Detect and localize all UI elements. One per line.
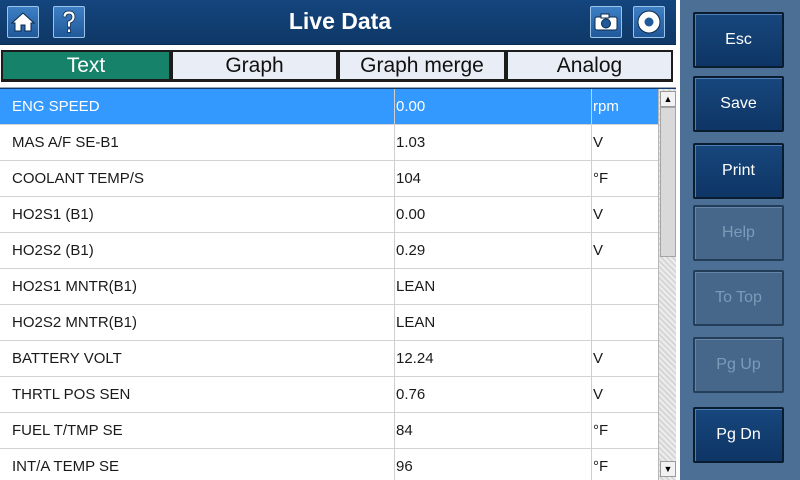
parameter-name: INT/A TEMP SE <box>12 458 119 475</box>
table-row[interactable]: ENG SPEED 0.00 rpm <box>0 89 658 125</box>
parameter-value: 0.00 <box>396 98 426 115</box>
side-panel: Esc Save Print Help To Top Pg Up Pg Dn <box>680 0 800 480</box>
table-row[interactable]: HO2S1 (B1) 0.00 V <box>0 197 658 233</box>
table-row[interactable]: INT/A TEMP SE 96 °F <box>0 449 658 480</box>
parameter-value: LEAN <box>396 314 436 331</box>
table-row[interactable]: MAS A/F SE-B1 1.03 V <box>0 125 658 161</box>
parameter-unit: V <box>593 206 604 223</box>
table-row[interactable]: FUEL T/TMP SE 84 °F <box>0 413 658 449</box>
parameter-value: LEAN <box>396 278 436 295</box>
parameter-unit: °F <box>593 422 609 439</box>
parameter-name: HO2S1 MNTR(B1) <box>12 278 138 295</box>
column-divider <box>394 89 395 480</box>
parameter-name: ENG SPEED <box>12 98 100 115</box>
parameter-unit: V <box>593 350 604 367</box>
save-button[interactable]: Save <box>693 76 784 132</box>
parameter-unit: V <box>593 134 604 151</box>
parameter-name: HO2S2 (B1) <box>12 242 94 259</box>
page-up-button[interactable]: Pg Up <box>693 337 784 393</box>
print-button[interactable]: Print <box>693 143 784 199</box>
header-bar: Live Data <box>0 0 680 45</box>
parameter-unit <box>593 269 653 305</box>
parameter-unit: rpm <box>593 98 619 115</box>
tab-text[interactable]: Text <box>1 50 171 82</box>
live-data-table: ENG SPEED 0.00 rpm MAS A/F SE-B1 1.03 V … <box>0 89 658 480</box>
camera-button[interactable] <box>590 6 622 38</box>
parameter-name: FUEL T/TMP SE <box>12 422 123 439</box>
scroll-down-arrow-icon[interactable]: ▼ <box>660 461 676 477</box>
parameter-name: MAS A/F SE-B1 <box>12 134 119 151</box>
parameter-value: 0.76 <box>396 386 426 403</box>
record-button[interactable] <box>633 6 665 38</box>
parameter-value: 12.24 <box>396 350 434 367</box>
parameter-name: BATTERY VOLT <box>12 350 122 367</box>
table-row[interactable]: THRTL POS SEN 0.76 V <box>0 377 658 413</box>
camera-icon <box>594 13 618 31</box>
parameter-value: 0.00 <box>396 206 426 223</box>
table-row[interactable]: HO2S2 MNTR(B1) LEAN <box>0 305 658 341</box>
parameter-name: THRTL POS SEN <box>12 386 131 403</box>
column-divider <box>591 89 592 480</box>
table-row[interactable]: COOLANT TEMP/S 104 °F <box>0 161 658 197</box>
page-down-button[interactable]: Pg Dn <box>693 407 784 463</box>
parameter-unit <box>593 305 653 341</box>
parameter-unit: °F <box>593 170 609 187</box>
tab-bar: Text Graph Graph merge Analog <box>0 45 680 88</box>
parameter-unit: °F <box>593 458 609 475</box>
scroll-up-arrow-icon[interactable]: ▲ <box>660 91 676 107</box>
parameter-value: 104 <box>396 170 422 187</box>
parameter-value: 84 <box>396 422 413 439</box>
scrollbar-thumb[interactable] <box>660 107 676 257</box>
parameter-value: 1.03 <box>396 134 426 151</box>
parameter-name: HO2S1 (B1) <box>12 206 94 223</box>
parameter-name: HO2S2 MNTR(B1) <box>12 314 138 331</box>
record-icon <box>637 10 661 34</box>
parameter-value: 0.29 <box>396 242 426 259</box>
page-title: Live Data <box>288 8 392 34</box>
parameter-name: COOLANT TEMP/S <box>12 170 144 187</box>
table-row[interactable]: HO2S2 (B1) 0.29 V <box>0 233 658 269</box>
to-top-button[interactable]: To Top <box>693 270 784 326</box>
tab-graph-merge[interactable]: Graph merge <box>338 50 506 82</box>
table-row[interactable]: HO2S1 MNTR(B1) LEAN <box>0 269 658 305</box>
tab-analog[interactable]: Analog <box>506 50 673 82</box>
table-scrollbar[interactable]: ▲ ▼ <box>658 89 676 480</box>
table-row[interactable]: BATTERY VOLT 12.24 V <box>0 341 658 377</box>
parameter-unit: V <box>593 386 604 403</box>
esc-button[interactable]: Esc <box>693 12 784 68</box>
parameter-value: 96 <box>396 458 413 475</box>
tab-graph[interactable]: Graph <box>171 50 338 82</box>
help-side-button[interactable]: Help <box>693 205 784 261</box>
parameter-unit: V <box>593 242 604 259</box>
